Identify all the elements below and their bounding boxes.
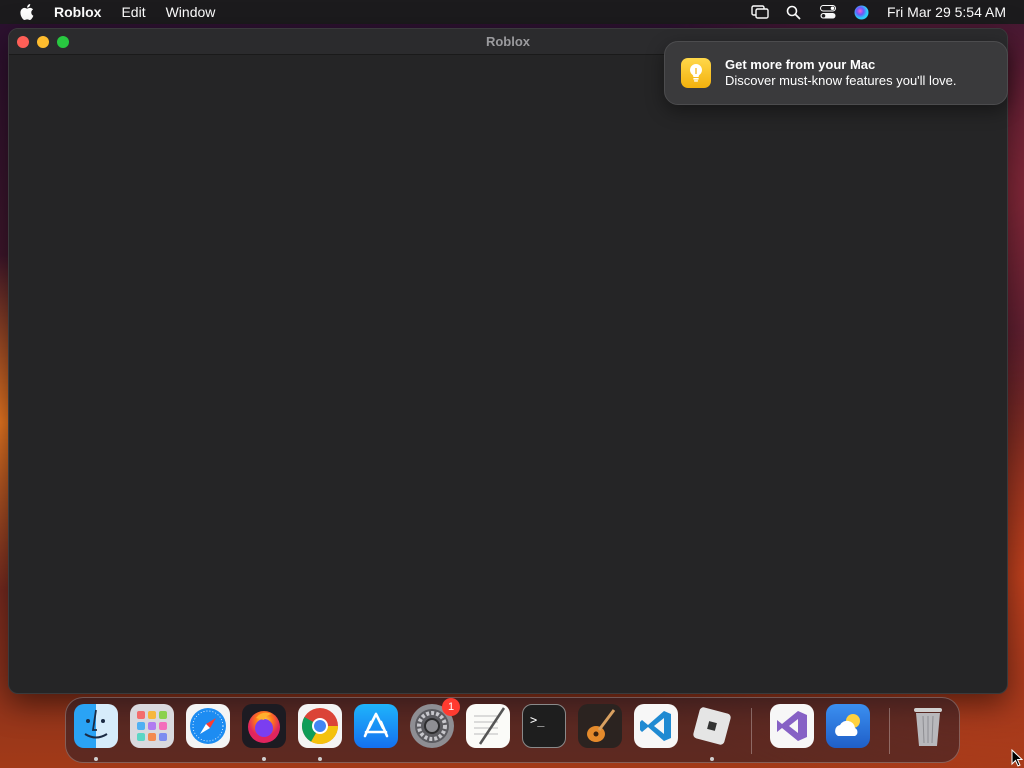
dock-roblox[interactable] bbox=[690, 704, 734, 748]
notification-body: Discover must-know features you'll love. bbox=[725, 73, 957, 88]
notification-title: Get more from your Mac bbox=[725, 57, 876, 72]
menu-app-name[interactable]: Roblox bbox=[54, 4, 111, 20]
visual-studio-icon bbox=[777, 711, 807, 741]
screen-mirroring-icon[interactable] bbox=[751, 4, 769, 20]
dock-app-store[interactable] bbox=[354, 704, 398, 748]
spotlight-search-icon[interactable] bbox=[785, 4, 803, 20]
dock-finder[interactable] bbox=[74, 704, 118, 748]
dock-terminal[interactable]: >_ bbox=[522, 704, 566, 748]
roblox-window: Roblox bbox=[8, 28, 1008, 694]
system-settings-badge: 1 bbox=[442, 698, 460, 716]
weather-icon bbox=[835, 714, 860, 736]
dock-launchpad[interactable] bbox=[130, 704, 174, 748]
dock-textedit[interactable] bbox=[466, 704, 510, 748]
roblox-icon bbox=[693, 707, 731, 745]
finder-running-indicator bbox=[94, 757, 98, 761]
menu-clock[interactable]: Fri Mar 29 5:54 AM bbox=[887, 4, 1006, 20]
window-content[interactable] bbox=[9, 55, 1007, 693]
firefox-running-indicator bbox=[262, 757, 266, 761]
dock-garageband[interactable] bbox=[578, 704, 622, 748]
dock-weather[interactable] bbox=[826, 704, 870, 748]
control-center-icon[interactable] bbox=[819, 4, 837, 20]
terminal-icon: >_ bbox=[530, 713, 545, 727]
dock-separator bbox=[751, 708, 752, 754]
dock-system-settings[interactable]: 1 bbox=[410, 698, 460, 748]
garageband-icon bbox=[587, 709, 616, 742]
trash-icon bbox=[914, 708, 942, 746]
dock-vscode[interactable] bbox=[634, 704, 678, 748]
menu-bar: Roblox Edit Window Fri Mar 29 5:54 AM bbox=[0, 0, 1024, 24]
finder-icon bbox=[84, 709, 108, 739]
textedit-icon bbox=[474, 707, 506, 745]
notification-banner[interactable]: Get more from your Mac Discover must-kno… bbox=[664, 41, 1008, 105]
dock-safari[interactable] bbox=[186, 704, 230, 748]
dock-visual-studio[interactable] bbox=[770, 704, 814, 748]
firefox-icon bbox=[248, 711, 280, 743]
dock-trash[interactable] bbox=[906, 704, 950, 748]
launchpad-icon bbox=[137, 711, 167, 741]
menu-window[interactable]: Window bbox=[156, 4, 226, 20]
dock-separator bbox=[889, 708, 890, 754]
vscode-icon bbox=[640, 711, 671, 741]
chrome-icon bbox=[301, 708, 338, 745]
app-store-icon bbox=[363, 712, 389, 738]
dock-firefox[interactable] bbox=[242, 704, 286, 748]
svg-text:>_: >_ bbox=[530, 713, 545, 727]
dock-chrome[interactable] bbox=[298, 704, 342, 748]
siri-icon[interactable] bbox=[853, 4, 871, 20]
roblox-running-indicator bbox=[710, 757, 714, 761]
chrome-running-indicator bbox=[318, 757, 322, 761]
safari-icon bbox=[190, 708, 226, 744]
tips-app-icon bbox=[681, 58, 711, 88]
dock: 1 >_ bbox=[65, 697, 960, 763]
apple-menu-icon[interactable] bbox=[0, 4, 54, 20]
menu-edit[interactable]: Edit bbox=[111, 4, 155, 20]
mouse-cursor-icon bbox=[1011, 748, 1024, 768]
